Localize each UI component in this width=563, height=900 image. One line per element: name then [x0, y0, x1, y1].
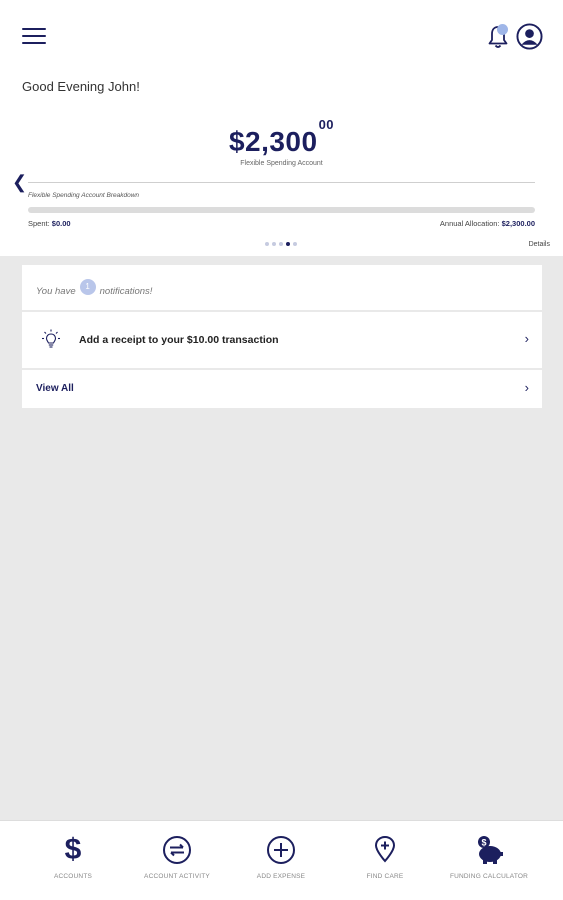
dollar-icon: $ [64, 833, 82, 866]
exchange-icon [163, 836, 191, 864]
allocation-value: $2,300.00 [501, 219, 535, 228]
page-dot[interactable] [279, 242, 283, 246]
divider [28, 182, 535, 183]
lightbulb-icon [42, 329, 60, 348]
notifications-count-badge: 1 [79, 279, 96, 295]
nav-label-find-care: FIND CARE [366, 873, 404, 880]
spent-value: $0.00 [51, 219, 71, 228]
nav-label-accounts: ACCOUNTS [53, 873, 93, 880]
nav-accounts[interactable]: $ ACCOUNTS [18, 833, 128, 880]
notifications-prefix: You have [36, 285, 76, 297]
chevron-right-icon: › [524, 331, 529, 346]
page-dot[interactable] [293, 242, 297, 246]
page-dot[interactable] [286, 242, 290, 246]
balance-amount: $2,30000 [0, 117, 563, 158]
spending-progress-bar [28, 207, 535, 213]
account-summary-panel: Good Evening John! $2,30000 Flexible Spe… [0, 0, 563, 256]
spent-label: Spent: [28, 219, 50, 228]
chevron-right-icon: › [524, 380, 529, 395]
page-dot[interactable] [272, 242, 276, 246]
nav-label-account-activity: ACCOUNT ACTIVITY [144, 873, 210, 880]
spent-summary: Spent: $0.00 [28, 219, 71, 228]
notification-text: Add a receipt to your $10.00 transaction [79, 334, 279, 346]
balance-main: $2,300 [228, 126, 318, 157]
plus-circle-icon [267, 836, 295, 864]
view-all-row[interactable]: View All › [22, 370, 542, 408]
balance-cents: 00 [318, 116, 335, 132]
nav-label-funding-calculator: FUNDING CALCULATOR [449, 873, 529, 880]
svg-text:$: $ [481, 838, 486, 848]
nav-add-expense[interactable]: ADD EXPENSE [226, 833, 336, 880]
notifications-header: You have 1 notifications! [22, 265, 542, 310]
view-all-label: View All [36, 383, 74, 394]
hamburger-icon[interactable] [22, 28, 46, 46]
details-link[interactable]: Details [529, 241, 550, 248]
notifications-summary: You have 1 notifications! [36, 279, 153, 299]
allocation-label: Annual Allocation: [439, 219, 500, 228]
piggy-bank-icon: $ [478, 836, 503, 864]
bottom-navigation: $ ACCOUNTS ACCOUNT ACTIVITY ADD EXPENSE [0, 820, 563, 900]
allocation-summary: Annual Allocation: $2,300.00 [440, 219, 535, 228]
breakdown-label: Flexible Spending Account Breakdown [28, 192, 140, 199]
user-circle-icon[interactable] [516, 23, 543, 50]
chevron-left-icon[interactable]: ❮ [12, 172, 27, 193]
notification-item[interactable]: Add a receipt to your $10.00 transaction… [22, 312, 542, 368]
nav-find-care[interactable]: FIND CARE [330, 833, 440, 880]
greeting-text: Good Evening John! [22, 79, 140, 94]
map-pin-plus-icon [374, 835, 396, 863]
notification-badge [497, 24, 508, 35]
page-indicator[interactable] [265, 242, 297, 246]
nav-label-add-expense: ADD EXPENSE [256, 873, 306, 880]
notifications-suffix: notifications! [99, 285, 153, 297]
page-dot[interactable] [265, 242, 269, 246]
nav-account-activity[interactable]: ACCOUNT ACTIVITY [122, 833, 232, 880]
nav-funding-calculator[interactable]: $ FUNDING CALCULATOR [434, 833, 544, 880]
account-type-label: Flexible Spending Account [240, 160, 323, 167]
